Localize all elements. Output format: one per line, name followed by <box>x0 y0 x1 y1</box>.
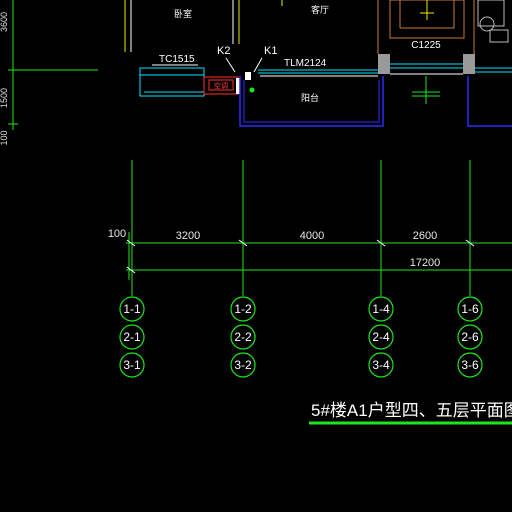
room-label-balcony: 阳台 <box>301 92 319 103</box>
dimension-chain: 100 3200 4000 2600 17200 <box>108 228 512 274</box>
fixture <box>489 29 509 43</box>
axis-label: 2-4 <box>372 330 390 344</box>
window-tag-c1225: C1225 <box>411 40 441 51</box>
axis-grid <box>128 160 471 296</box>
dim-label-100: 100 <box>108 228 126 240</box>
axis-label: 3-2 <box>234 358 252 372</box>
drawing-title: 5#楼A1户型四、五层平面图 <box>311 401 512 420</box>
tag-k2: K2 <box>217 45 230 57</box>
side-dim-100: 100 <box>0 130 9 145</box>
k2-leader <box>225 57 236 73</box>
floor-plan-fragment: 3600 1500 100 卧室 客厅 TC1515 空调 K2 K1 TLM2… <box>0 0 512 146</box>
column-pillar <box>463 54 475 74</box>
axis-label: 2-6 <box>461 330 479 344</box>
dim-label-2600: 2600 <box>413 230 437 242</box>
axis-label: 3-6 <box>461 358 479 372</box>
window-tag-tc1515: TC1515 <box>159 54 195 65</box>
tag-k1: K1 <box>264 45 277 57</box>
axis-label: 3-4 <box>372 358 390 372</box>
door-tag-tlm2124: TLM2124 <box>284 58 327 69</box>
dim-label-3200: 3200 <box>176 230 200 242</box>
axis-label: 1-6 <box>461 302 479 316</box>
axis-label: 1-2 <box>234 302 252 316</box>
axis-label: 2-2 <box>234 330 252 344</box>
room-label-living: 客厅 <box>311 4 329 15</box>
axis-label: 1-1 <box>123 302 141 316</box>
dim-label-4000: 4000 <box>300 230 324 242</box>
balcony-outline-right <box>467 76 512 127</box>
axis-label: 2-1 <box>123 330 141 344</box>
side-dim-1500: 1500 <box>0 88 9 108</box>
side-dim-3600: 3600 <box>0 12 9 32</box>
ac-unit-label: 空调 <box>214 81 228 90</box>
cad-drawing-canvas: 3600 1500 100 卧室 客厅 TC1515 空调 K2 K1 TLM2… <box>0 0 512 425</box>
room-label-bedroom: 卧室 <box>174 8 192 19</box>
column-pillar <box>378 54 390 74</box>
dim-label-17200: 17200 <box>410 257 441 269</box>
column-pillar <box>245 72 251 80</box>
drawing-title-block: 5#楼A1户型四、五层平面图 <box>309 401 512 425</box>
fixture-circle <box>479 16 495 32</box>
k1-marker <box>249 87 255 93</box>
fixture <box>477 0 505 27</box>
axis-label: 1-4 <box>372 302 390 316</box>
axis-label: 3-1 <box>123 358 141 372</box>
axis-bubbles: 1-1 2-1 3-1 1-2 2-2 3-2 1-4 2-4 3-4 1-6 … <box>119 296 483 378</box>
